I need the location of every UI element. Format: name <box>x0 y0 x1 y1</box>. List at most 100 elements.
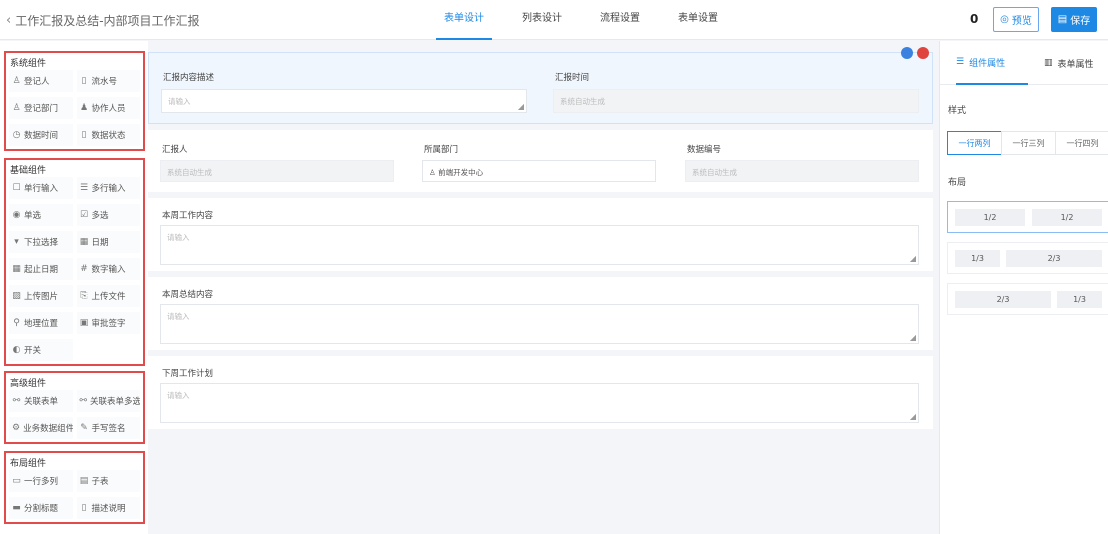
component-item[interactable]: ◉ 单选 <box>9 204 73 226</box>
component-label: 数字输入 <box>91 265 126 275</box>
back-button[interactable]: ‹ 工作汇报及总结-内部项目工作汇报 <box>6 12 200 29</box>
report-desc-input[interactable]: 请输入 ◢ <box>161 89 527 113</box>
preview-button[interactable]: ◎ 预览 <box>993 7 1039 32</box>
single-line-icon: ☐ <box>12 183 21 193</box>
next-week-plan-input[interactable]: 请输入 ◢ <box>160 383 919 423</box>
user-icon: ♙ <box>429 168 439 177</box>
component-item[interactable]: ▦ 起止日期 <box>9 258 73 280</box>
resize-handle-icon: ◢ <box>909 412 916 421</box>
data-number-input: 系统自动生成 <box>685 160 919 182</box>
weekly-summary-input[interactable]: 请输入 ◢ <box>160 304 919 344</box>
description-icon: ▯ <box>81 503 87 513</box>
component-item[interactable]: # 数字输入 <box>76 258 140 280</box>
style-selector: 一行两列 一行三列 一行四列 <box>947 131 1108 155</box>
component-grid: ♙ 登记人 ▯ 流水号 ♙ 登记部门 ♟ 协作人员 ◷ 数据时间 ▯ 数据状态 <box>6 67 143 149</box>
number-icon: # <box>80 264 88 274</box>
component-item[interactable]: ▯ 流水号 <box>76 70 140 92</box>
component-label: 关联表单 <box>24 397 59 407</box>
row-layout-icon: ▭ <box>12 476 21 486</box>
group-advanced: 高级组件 ⚯ 关联表单 ⚯ 关联表单多选 ⚙ 业务数据组件 ✎ 手写签名 <box>4 371 145 444</box>
component-label: 流水号 <box>91 77 118 87</box>
group-title: 高级组件 <box>10 379 47 389</box>
signature-icon: ✎ <box>80 423 88 433</box>
user-icon: ♙ <box>12 76 21 86</box>
component-label: 地理位置 <box>24 319 59 329</box>
layout-cell: 1/2 <box>955 209 1025 226</box>
component-item[interactable]: ☰ 多行输入 <box>76 177 140 199</box>
component-label: 数据时间 <box>24 131 59 141</box>
component-item[interactable]: ♙ 登记人 <box>9 70 73 92</box>
component-item[interactable]: ▦ 日期 <box>76 231 140 253</box>
form-row-3[interactable]: 本周工作内容 请输入 ◢ <box>148 198 933 271</box>
clock-icon: ◷ <box>12 130 21 140</box>
layout-cell: 1/3 <box>955 250 1000 267</box>
component-panel: 系统组件 ♙ 登记人 ▯ 流水号 ♙ 登记部门 ♟ 协作人员 ◷ 数据时间 ▯ 数据状态 基础组件 ☐… <box>0 41 148 534</box>
component-item[interactable]: ⚲ 地理位置 <box>9 312 73 334</box>
component-item[interactable]: ♟ 协作人员 <box>76 97 140 119</box>
data-icon: ⚙ <box>12 423 21 433</box>
delete-icon[interactable] <box>917 47 929 59</box>
style-option-two-col[interactable]: 一行两列 <box>947 131 1002 155</box>
component-item[interactable]: ◷ 数据时间 <box>9 124 73 146</box>
tab-form-settings[interactable]: 表单设置 <box>670 0 726 40</box>
layout-option-1[interactable]: 1/2 1/2 <box>947 201 1108 233</box>
report-time-input: 系统自动生成 <box>553 89 919 113</box>
component-label: 上传文件 <box>91 292 126 302</box>
form-row-2[interactable]: 汇报人 系统自动生成 所属部门 ♙ 前端开发中心 数据编号 系统自动生成 <box>148 130 933 192</box>
tab-form-design[interactable]: 表单设计 <box>436 0 492 40</box>
tab-list-design[interactable]: 列表设计 <box>514 0 570 40</box>
component-item[interactable]: ▤ 子表 <box>76 470 140 492</box>
sliders-icon: ☰ <box>956 57 965 67</box>
component-label: 手写签名 <box>91 424 126 434</box>
component-item[interactable]: ⚙ 业务数据组件 <box>9 417 73 439</box>
component-item[interactable]: ☐ 单行输入 <box>9 177 73 199</box>
component-item[interactable]: ⎘ 上传文件 <box>76 285 140 307</box>
field-label: 本周工作内容 <box>162 211 214 221</box>
copy-icon[interactable] <box>901 47 913 59</box>
component-item[interactable]: ♙ 登记部门 <box>9 97 73 119</box>
component-label: 描述说明 <box>91 504 126 514</box>
component-item[interactable]: ▣ 审批签字 <box>76 312 140 334</box>
layout-option-2[interactable]: 1/3 2/3 <box>947 242 1108 274</box>
doc-icon: ▯ <box>81 76 87 86</box>
style-option-four-col[interactable]: 一行四列 <box>1055 131 1108 155</box>
component-item[interactable]: ▯ 描述说明 <box>76 497 140 519</box>
form-row-5[interactable]: 下周工作计划 请输入 ◢ <box>148 356 933 429</box>
component-item[interactable]: ▨ 上传图片 <box>9 285 73 307</box>
tab-flow-settings[interactable]: 流程设置 <box>592 0 648 40</box>
component-item[interactable]: ☑ 多选 <box>76 204 140 226</box>
component-item[interactable]: ◐ 开关 <box>9 339 73 361</box>
component-item[interactable]: ▭ 一行多列 <box>9 470 73 492</box>
component-label: 单行输入 <box>24 184 59 194</box>
department-input[interactable]: ♙ 前端开发中心 <box>422 160 656 182</box>
layout-option-3[interactable]: 2/3 1/3 <box>947 283 1108 315</box>
tab-component-props[interactable]: ☰ 组件属性 <box>956 41 1028 85</box>
component-label: 分割标题 <box>24 504 59 514</box>
component-item[interactable]: ⚯ 关联表单 <box>9 390 73 412</box>
component-label: 登记人 <box>24 77 50 87</box>
component-item[interactable]: ⚯ 关联表单多选 <box>76 390 140 412</box>
component-item[interactable]: ✎ 手写签名 <box>76 417 140 439</box>
location-icon: ⚲ <box>13 318 20 328</box>
weekly-work-input[interactable]: 请输入 ◢ <box>160 225 919 265</box>
component-label: 审批签字 <box>91 319 126 329</box>
multi-line-icon: ☰ <box>79 183 89 193</box>
style-option-three-col[interactable]: 一行三列 <box>1001 131 1056 155</box>
layout-cell: 2/3 <box>955 291 1051 308</box>
component-item[interactable]: ▯ 数据状态 <box>76 124 140 146</box>
file-upload-icon: ⎘ <box>80 291 88 301</box>
component-item[interactable]: ▬ 分割标题 <box>9 497 73 519</box>
component-grid: ▭ 一行多列 ▤ 子表 ▬ 分割标题 ▯ 描述说明 <box>6 467 143 522</box>
resize-handle-icon: ◢ <box>909 333 916 342</box>
component-item[interactable]: ▾ 下拉选择 <box>9 231 73 253</box>
form-row-1[interactable]: 汇报内容描述 请输入 ◢ 汇报时间 系统自动生成 <box>148 47 933 124</box>
radio-icon: ◉ <box>12 210 21 220</box>
tab-form-props[interactable]: ▥ 表单属性 <box>1044 41 1106 85</box>
link-multi-icon: ⚯ <box>79 396 88 406</box>
component-grid: ⚯ 关联表单 ⚯ 关联表单多选 ⚙ 业务数据组件 ✎ 手写签名 <box>6 387 143 442</box>
divider-icon: ▬ <box>12 503 21 513</box>
form-row-4[interactable]: 本周总结内容 请输入 ◢ <box>148 277 933 350</box>
save-button[interactable]: ▤ 保存 <box>1051 7 1097 32</box>
component-label: 起止日期 <box>24 265 59 275</box>
style-label: 样式 <box>948 106 967 116</box>
